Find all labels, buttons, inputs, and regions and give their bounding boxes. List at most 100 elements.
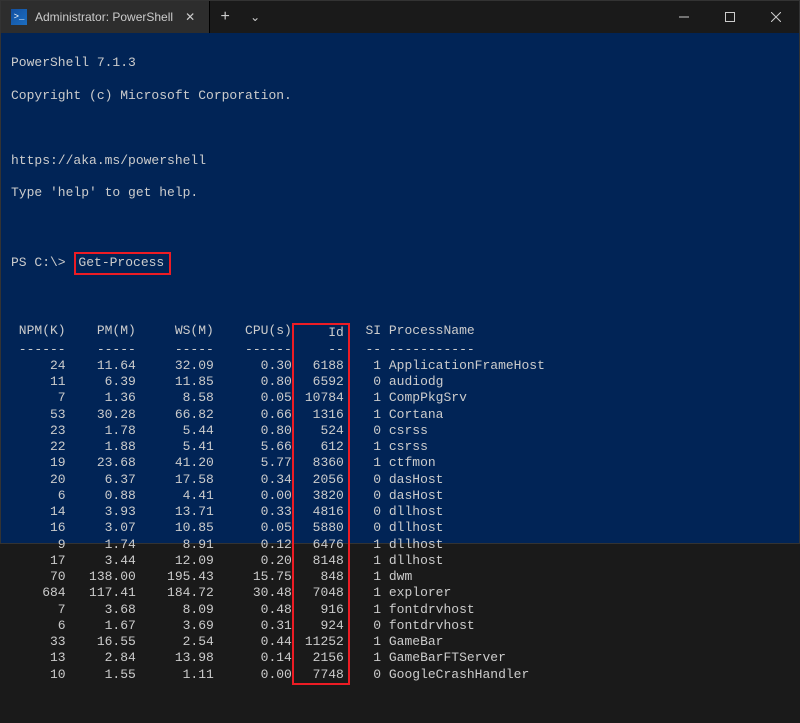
powershell-icon: >_ [11, 9, 27, 25]
terminal-output[interactable]: PowerShell 7.1.3 Copyright (c) Microsoft… [1, 33, 799, 723]
id-cell: 848 [292, 569, 350, 585]
row-right-cols: 0 dllhost [350, 520, 444, 536]
powershell-window: >_ Administrator: PowerShell ✕ + ⌄ Power… [0, 0, 800, 544]
id-cell: 2156 [292, 650, 350, 666]
table-row: 6 1.67 3.69 0.31924 0 fontdrvhost [11, 618, 789, 634]
id-cell: 7748 [292, 667, 350, 685]
table-row: 22 1.88 5.41 5.66612 1 csrss [11, 439, 789, 455]
id-cell: 2056 [292, 472, 350, 488]
row-left-cols: 70 138.00 195.43 15.75 [11, 569, 292, 585]
row-left-cols: 17 3.44 12.09 0.20 [11, 553, 292, 569]
id-cell: 10784 [292, 390, 350, 406]
close-tab-button[interactable]: ✕ [181, 10, 199, 25]
row-left-cols: 20 6.37 17.58 0.34 [11, 472, 292, 488]
minimize-button[interactable] [661, 1, 707, 33]
row-left-cols: 22 1.88 5.41 5.66 [11, 439, 292, 455]
table-row: 9 1.74 8.91 0.126476 1 dllhost [11, 537, 789, 553]
table-row: ------ ----- ----- -------- -- ---------… [11, 342, 789, 358]
table-row: 53 30.28 66.82 0.661316 1 Cortana [11, 407, 789, 423]
row-right-cols: SI ProcessName [350, 323, 475, 341]
row-left-cols: 10 1.55 1.11 0.00 [11, 667, 292, 685]
row-left-cols: 33 16.55 2.54 0.44 [11, 634, 292, 650]
banner-line: Copyright (c) Microsoft Corporation. [11, 88, 789, 104]
row-left-cols: NPM(K) PM(M) WS(M) CPU(s) [11, 323, 292, 341]
row-left-cols: 24 11.64 32.09 0.30 [11, 358, 292, 374]
row-right-cols: 1 dllhost [350, 553, 444, 569]
blank-line [11, 120, 789, 136]
table-row: 24 11.64 32.09 0.306188 1 ApplicationFra… [11, 358, 789, 374]
row-right-cols: 1 fontdrvhost [350, 602, 475, 618]
row-right-cols: 1 ctfmon [350, 455, 436, 471]
id-cell: 924 [292, 618, 350, 634]
row-left-cols: 53 30.28 66.82 0.66 [11, 407, 292, 423]
banner-line: Type 'help' to get help. [11, 185, 789, 201]
row-right-cols: 0 csrss [350, 423, 428, 439]
id-cell: 6476 [292, 537, 350, 553]
table-row: 7 1.36 8.58 0.0510784 1 CompPkgSrv [11, 390, 789, 406]
row-right-cols: 1 csrss [350, 439, 428, 455]
table-row: NPM(K) PM(M) WS(M) CPU(s)Id SI ProcessNa… [11, 323, 789, 341]
table-row: 23 1.78 5.44 0.80524 0 csrss [11, 423, 789, 439]
id-cell: Id [292, 323, 350, 341]
row-right-cols: 1 GameBar [350, 634, 444, 650]
banner-line: PowerShell 7.1.3 [11, 55, 789, 71]
table-row: 684 117.41 184.72 30.487048 1 explorer [11, 585, 789, 601]
id-cell: 8360 [292, 455, 350, 471]
row-left-cols: 14 3.93 13.71 0.33 [11, 504, 292, 520]
table-row: 13 2.84 13.98 0.142156 1 GameBarFTServer [11, 650, 789, 666]
row-left-cols: ------ ----- ----- ------ [11, 342, 292, 358]
table-row: 20 6.37 17.58 0.342056 0 dasHost [11, 472, 789, 488]
row-right-cols: 1 dllhost [350, 537, 444, 553]
row-left-cols: 6 1.67 3.69 0.31 [11, 618, 292, 634]
id-cell: 5880 [292, 520, 350, 536]
row-right-cols: 1 Cortana [350, 407, 444, 423]
row-left-cols: 13 2.84 13.98 0.14 [11, 650, 292, 666]
id-cell: 7048 [292, 585, 350, 601]
row-right-cols: 1 GameBarFTServer [350, 650, 506, 666]
titlebar: >_ Administrator: PowerShell ✕ + ⌄ [1, 1, 799, 33]
blank-line [11, 291, 789, 307]
row-left-cols: 7 1.36 8.58 0.05 [11, 390, 292, 406]
tab-title: Administrator: PowerShell [35, 10, 173, 24]
row-right-cols: 0 GoogleCrashHandler [350, 667, 529, 685]
row-left-cols: 6 0.88 4.41 0.00 [11, 488, 292, 504]
row-right-cols: 1 ApplicationFrameHost [350, 358, 545, 374]
row-left-cols: 23 1.78 5.44 0.80 [11, 423, 292, 439]
table-row: 19 23.68 41.20 5.778360 1 ctfmon [11, 455, 789, 471]
tab-dropdown-button[interactable]: ⌄ [240, 1, 270, 33]
prompt: PS C:\> [11, 255, 66, 270]
row-right-cols: 0 dasHost [350, 472, 444, 488]
row-right-cols: 1 dwm [350, 569, 412, 585]
row-right-cols: 0 fontdrvhost [350, 618, 475, 634]
command-highlight: Get-Process [74, 252, 171, 274]
table-row: 33 16.55 2.54 0.4411252 1 GameBar [11, 634, 789, 650]
id-cell: 4816 [292, 504, 350, 520]
id-cell: -- [292, 342, 350, 358]
row-left-cols: 16 3.07 10.85 0.05 [11, 520, 292, 536]
row-right-cols: 1 explorer [350, 585, 451, 601]
table-row: 17 3.44 12.09 0.208148 1 dllhost [11, 553, 789, 569]
table-row: 14 3.93 13.71 0.334816 0 dllhost [11, 504, 789, 520]
id-cell: 11252 [292, 634, 350, 650]
id-cell: 6188 [292, 358, 350, 374]
close-button[interactable] [753, 1, 799, 33]
blank-line [11, 218, 789, 234]
id-cell: 612 [292, 439, 350, 455]
id-cell: 524 [292, 423, 350, 439]
table-row: 10 1.55 1.11 0.007748 0 GoogleCrashHandl… [11, 667, 789, 685]
id-cell: 1316 [292, 407, 350, 423]
id-cell: 8148 [292, 553, 350, 569]
row-left-cols: 684 117.41 184.72 30.48 [11, 585, 292, 601]
maximize-button[interactable] [707, 1, 753, 33]
table-row: 16 3.07 10.85 0.055880 0 dllhost [11, 520, 789, 536]
row-left-cols: 11 6.39 11.85 0.80 [11, 374, 292, 390]
new-tab-button[interactable]: + [210, 1, 240, 33]
banner-line: https://aka.ms/powershell [11, 153, 789, 169]
id-cell: 6592 [292, 374, 350, 390]
row-left-cols: 19 23.68 41.20 5.77 [11, 455, 292, 471]
row-right-cols: 1 CompPkgSrv [350, 390, 467, 406]
table-row: 7 3.68 8.09 0.48916 1 fontdrvhost [11, 602, 789, 618]
row-left-cols: 9 1.74 8.91 0.12 [11, 537, 292, 553]
prompt-line: PS C:\> Get-Process [11, 252, 789, 274]
tab-powershell[interactable]: >_ Administrator: PowerShell ✕ [1, 1, 210, 33]
